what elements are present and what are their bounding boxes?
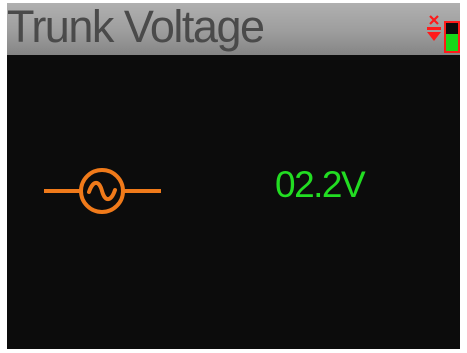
device-frame: Trunk Voltage 02.2V: [0, 0, 467, 353]
battery-level-fill: [446, 34, 458, 51]
ac-source-icon: [44, 168, 161, 214]
page-title: Trunk Voltage: [7, 3, 265, 52]
title-bar: Trunk Voltage: [7, 3, 460, 55]
status-indicators: [426, 7, 460, 53]
no-power-icon: [427, 15, 441, 41]
reading-panel: 02.2V: [7, 55, 460, 349]
voltage-value: 02.2V: [275, 164, 366, 205]
lcd-screen: Trunk Voltage 02.2V: [7, 3, 460, 349]
battery-icon: [444, 21, 460, 53]
